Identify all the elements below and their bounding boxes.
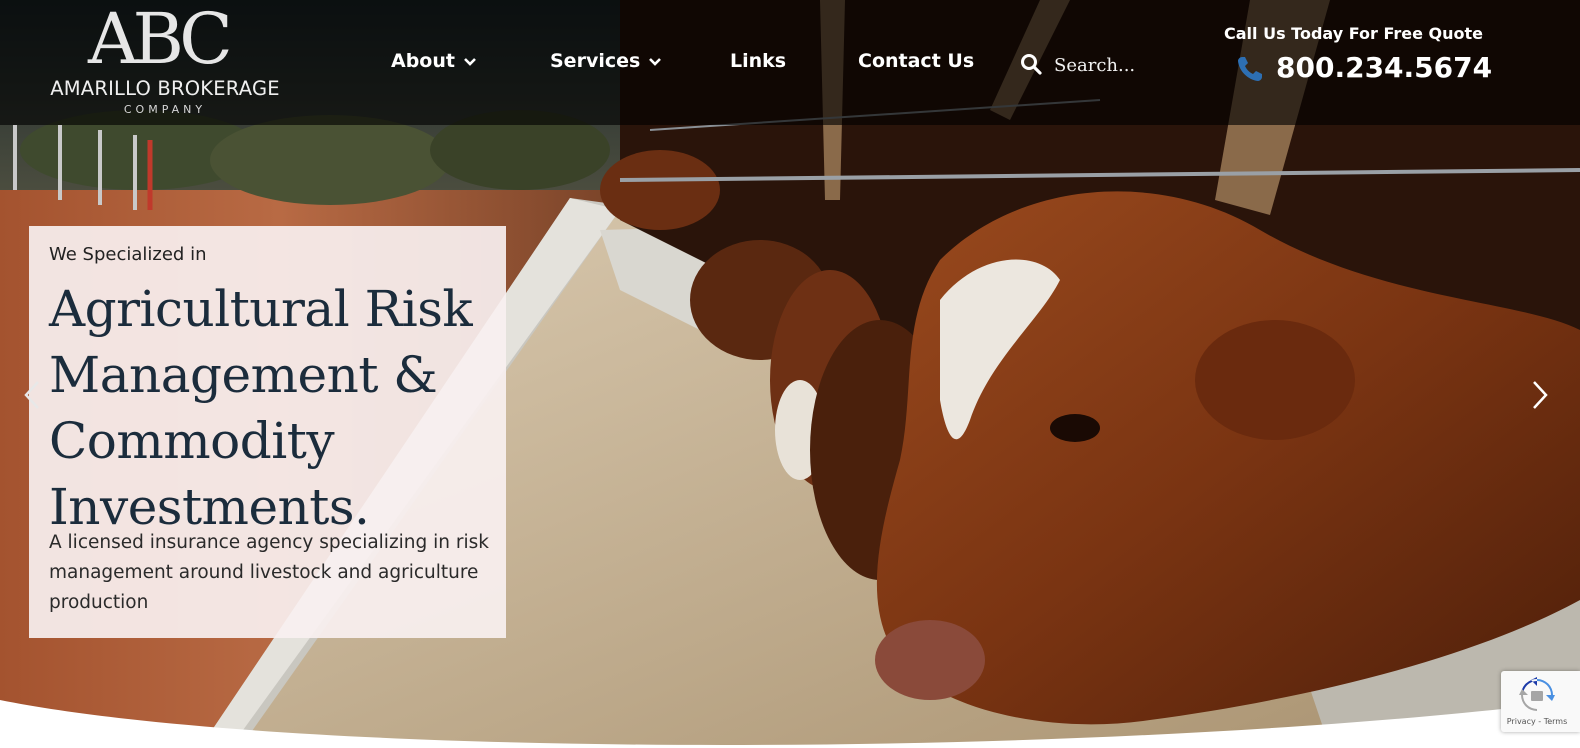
search-icon[interactable] xyxy=(1020,53,1042,75)
hero-text-card: We Specialized in Agricultural Risk Mana… xyxy=(29,226,506,638)
recaptcha-links[interactable]: Privacy - Terms xyxy=(1501,717,1573,726)
logo-mark: ABC xyxy=(88,0,233,80)
chevron-left-icon[interactable] xyxy=(20,380,44,410)
logo[interactable]: ABC AMARILLO BROKERAGE COMPANY xyxy=(40,4,290,118)
hero-headline-line: Agricultural Risk xyxy=(49,280,473,338)
hero-headline-line: Commodity xyxy=(49,412,335,470)
logo-subtitle: COMPANY xyxy=(123,103,207,116)
hero-section: ABC AMARILLO BROKERAGE COMPANY About Ser… xyxy=(0,0,1580,748)
hero-eyebrow: We Specialized in xyxy=(49,244,207,265)
search-input[interactable] xyxy=(1052,50,1186,80)
hero-headline-line: Management & xyxy=(49,346,438,404)
nav-item-label: Contact Us xyxy=(858,50,975,72)
nav-item-services[interactable]: Services xyxy=(550,50,662,72)
nav-item-label: Services xyxy=(550,50,641,72)
nav-item-links[interactable]: Links xyxy=(730,50,786,72)
nav-item-contact-us[interactable]: Contact Us xyxy=(858,50,974,72)
phone-number: 800.234.5674 xyxy=(1276,51,1493,84)
hero-headline: Agricultural Risk Management & Commodity… xyxy=(49,276,499,540)
chevron-down-icon xyxy=(464,57,476,66)
chevron-right-icon[interactable] xyxy=(1528,380,1552,410)
recaptcha-icon xyxy=(1519,677,1555,711)
site-header: ABC AMARILLO BROKERAGE COMPANY About Ser… xyxy=(0,0,1580,125)
search-box xyxy=(1020,50,1190,80)
nav-item-label: Links xyxy=(730,50,787,72)
nav-item-about[interactable]: About xyxy=(391,50,477,72)
logo-name: AMARILLO BROKERAGE xyxy=(50,77,280,100)
nav-item-label: About xyxy=(391,50,455,72)
recaptcha-badge[interactable]: Privacy - Terms xyxy=(1501,671,1580,732)
chevron-down-icon xyxy=(649,57,662,66)
quote-label: Call Us Today For Free Quote xyxy=(1224,24,1483,43)
hero-description: A licensed insurance agency specializing… xyxy=(49,532,489,613)
phone-icon xyxy=(1238,57,1262,81)
